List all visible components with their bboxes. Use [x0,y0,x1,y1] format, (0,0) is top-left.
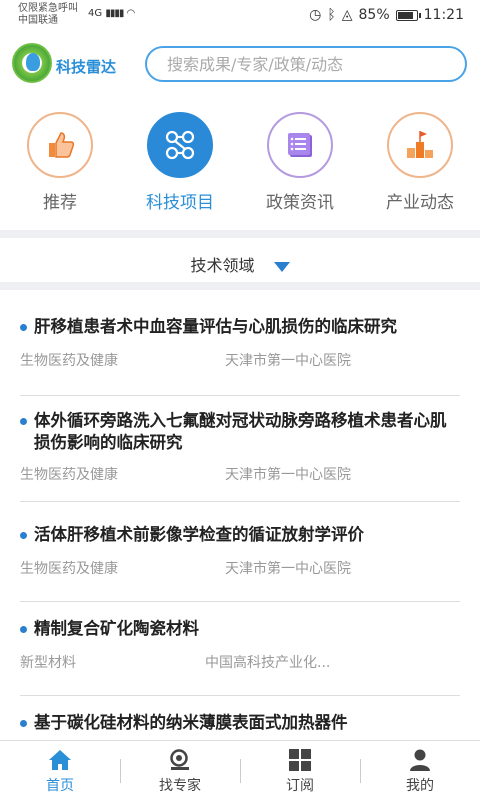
item-title: 精制复合矿化陶瓷材料 [20,618,460,640]
list-item[interactable]: 精制复合矿化陶瓷材料 新型材料 中国高科技产业化... [20,618,460,696]
nav-mine[interactable]: 我的 [360,741,480,800]
expert-search-icon [168,749,192,771]
status-bar: 仅限紧急呼叫 中国联通 4G ▮▮▮▮ ◠ ◷ ᛒ ◬ 85% 11:21 [0,0,480,32]
nav-home[interactable]: 首页 [0,741,120,800]
nav-label: 订阅 [286,778,314,794]
category-industry-news[interactable]: 产业动态 [370,112,470,213]
mute-icon: ◬ [341,7,353,23]
item-field: 生物医药及健康 [20,353,118,369]
grid-icon [288,749,312,771]
emergency-call-text: 仅限紧急呼叫 [18,3,78,14]
item-title: 活体肝移植术前影像学检查的循证放射学评价 [20,524,460,546]
category-policy-news[interactable]: 政策资讯 [250,112,350,213]
app-logo [12,43,52,83]
section-divider [0,230,480,238]
item-org: 天津市第一中心医院 [225,561,351,577]
list-item[interactable]: 体外循环旁路洗入七氟醚对冠状动脉旁路移植术患者心肌损伤影响的临床研究 生物医药及… [20,410,460,502]
signal-icon: ▮▮▮▮ [105,8,124,19]
app-name: 科技雷达 [56,58,117,76]
nav-label: 找专家 [159,778,201,794]
item-field: 生物医药及健康 [20,561,118,577]
category-bar: 推荐 科技项目 政策资讯 产业动态 [0,104,480,224]
tech-field-filter[interactable]: 技术领域 [0,238,480,290]
bluetooth-icon: ᛒ [327,7,336,23]
clock: 11:21 [423,7,464,23]
category-label: 产业动态 [386,193,454,213]
item-title: 体外循环旁路洗入七氟醚对冠状动脉旁路移植术患者心肌损伤影响的临床研究 [20,410,460,454]
nav-label: 首页 [46,778,74,794]
item-org: 天津市第一中心医院 [225,353,351,369]
nav-subscribe[interactable]: 订阅 [240,741,360,800]
category-label: 政策资讯 [266,193,334,213]
user-icon [408,749,432,771]
list-item[interactable]: 基于碳化硅材料的纳米薄膜表面式加热器件 [20,712,460,742]
list-item[interactable]: 肝移植患者术中血容量评估与心肌损伤的临床研究 生物医药及健康 天津市第一中心医院 [20,316,460,396]
item-org: 中国高科技产业化... [205,655,331,671]
category-label: 科技项目 [146,193,214,213]
nav-find-expert[interactable]: 找专家 [120,741,240,800]
bottom-nav: 首页 找专家 订阅 我的 [0,740,480,800]
flag-podium-icon [387,112,453,178]
network-type: 4G ▮▮▮▮ ◠ [88,8,136,19]
item-org: 天津市第一中心医院 [225,467,351,483]
category-tech-projects[interactable]: 科技项目 [130,112,230,213]
network-nodes-icon [147,112,213,178]
carrier-name: 中国联通 [18,15,58,26]
app-header: 科技雷达 [0,32,480,96]
thumbs-up-icon [27,112,93,178]
document-list-icon [267,112,333,178]
status-right: ◷ ᛒ ◬ 85% 11:21 [309,7,464,23]
alarm-icon: ◷ [309,7,322,23]
battery-percent: 85% [358,7,390,23]
category-label: 推荐 [43,193,77,213]
list-item[interactable]: 活体肝移植术前影像学检查的循证放射学评价 生物医药及健康 天津市第一中心医院 [20,524,460,602]
wifi-icon: ◠ [126,8,136,19]
home-icon [48,749,72,771]
caret-down-icon [273,261,290,272]
item-title: 肝移植患者术中血容量评估与心肌损伤的临床研究 [20,316,460,338]
nav-label: 我的 [406,778,434,794]
category-recommend[interactable]: 推荐 [10,112,110,213]
item-field: 新型材料 [20,655,76,671]
filter-label: 技术领域 [190,256,255,275]
item-title: 基于碳化硅材料的纳米薄膜表面式加热器件 [20,712,460,734]
search-input[interactable] [145,46,467,82]
battery-icon [395,9,421,21]
item-field: 生物医药及健康 [20,467,118,483]
carrier-info: 仅限紧急呼叫 中国联通 4G ▮▮▮▮ ◠ [18,3,135,27]
